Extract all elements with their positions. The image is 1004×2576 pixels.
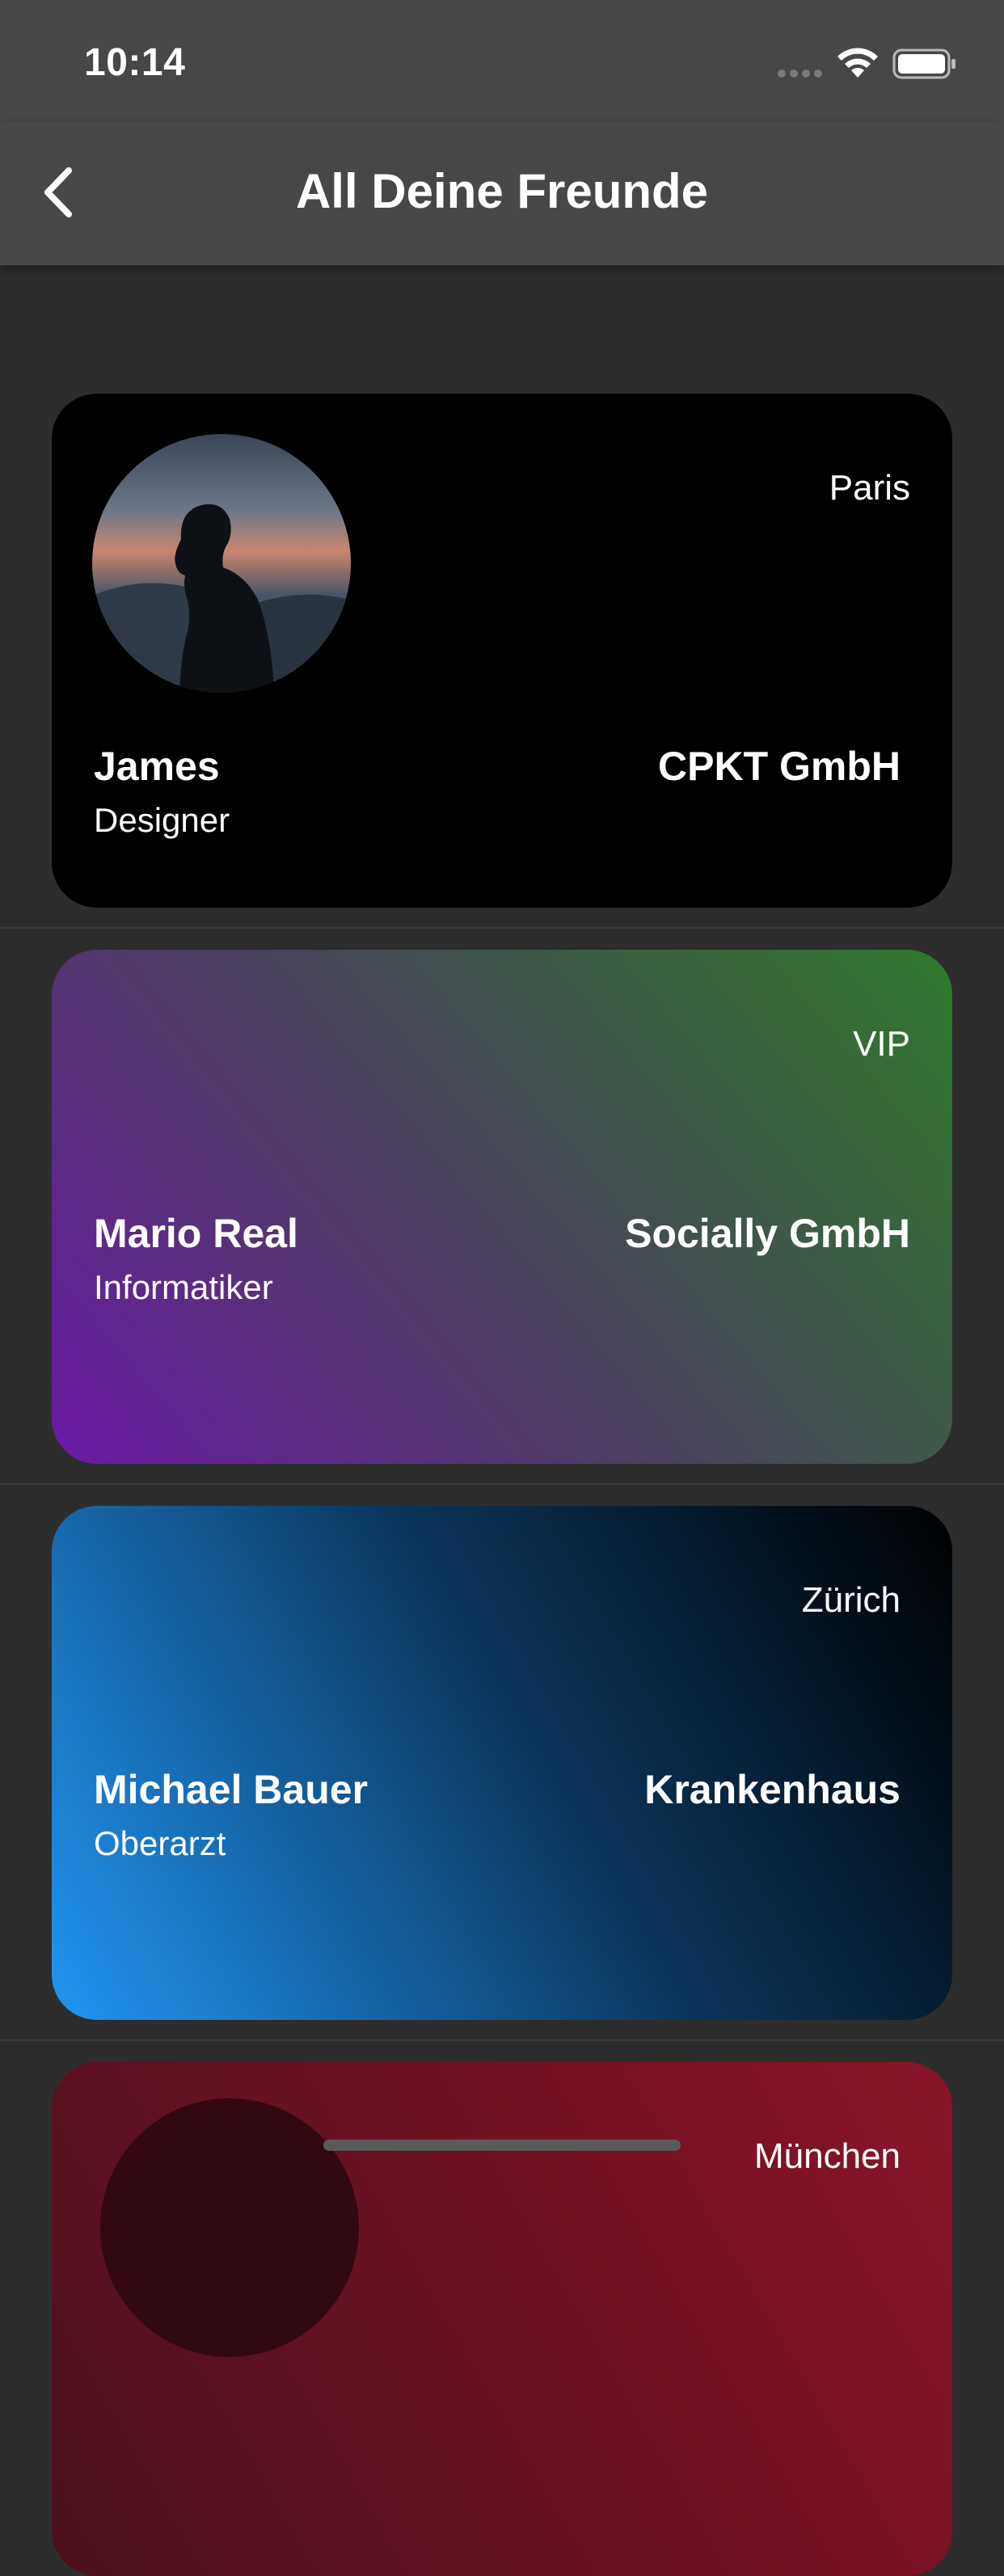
divider bbox=[0, 1483, 1004, 1485]
card-location: Zürich bbox=[801, 1580, 901, 1620]
divider bbox=[0, 927, 1004, 929]
card-location: München bbox=[753, 2136, 901, 2176]
wifi-icon bbox=[837, 48, 878, 78]
nav-bar: All Deine Freunde bbox=[0, 121, 1004, 265]
friend-card-michael-bauer[interactable]: Zürich Michael Bauer Oberarzt Krankenhau… bbox=[52, 1506, 952, 2020]
divider bbox=[0, 2039, 1004, 2041]
home-indicator bbox=[323, 2140, 681, 2151]
battery-icon bbox=[892, 48, 955, 79]
card-company: Socially GmbH bbox=[625, 1211, 910, 1256]
person-silhouette-icon bbox=[92, 504, 351, 693]
card-role: Oberarzt bbox=[94, 1824, 226, 1862]
page-title: All Deine Freunde bbox=[295, 164, 709, 218]
card-company: Krankenhaus bbox=[644, 1767, 901, 1812]
card-role: Informatiker bbox=[94, 1268, 273, 1306]
card-name: Michael Bauer bbox=[94, 1767, 369, 1812]
avatar bbox=[92, 434, 351, 693]
card-role: Designer bbox=[94, 801, 230, 839]
status-time: 10:14 bbox=[84, 41, 186, 84]
card-location: Paris bbox=[829, 468, 910, 508]
card-name: James bbox=[94, 744, 220, 789]
avatar bbox=[100, 2098, 359, 2357]
card-name: Mario Real bbox=[94, 1211, 298, 1256]
signal-icon bbox=[778, 70, 822, 78]
friend-card-james[interactable]: Paris James Designer CPKT GmbH bbox=[52, 394, 952, 908]
card-company: CPKT GmbH bbox=[658, 744, 901, 789]
status-bar: 10:14 bbox=[0, 0, 1004, 121]
friend-card-mario-real[interactable]: VIP Mario Real Informatiker Socially Gmb… bbox=[52, 950, 952, 1464]
card-tag: VIP bbox=[853, 1024, 910, 1064]
